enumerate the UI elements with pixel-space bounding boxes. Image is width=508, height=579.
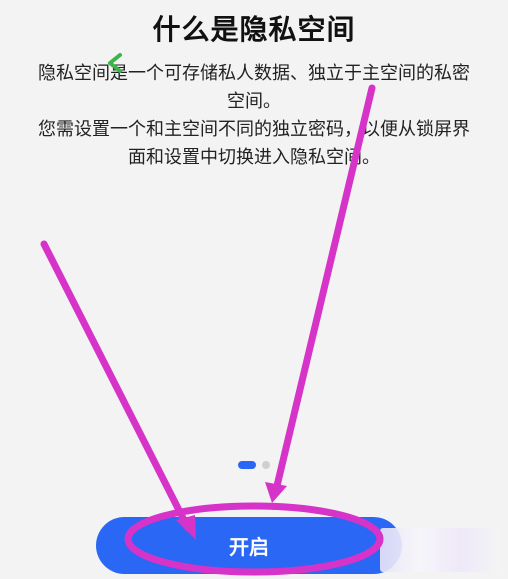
description-1-line-1: 隐私空间是一个可存储私人数据、独立于主空间的私密 — [38, 63, 470, 84]
chevron-left-icon — [108, 53, 122, 73]
page-title: 什么是隐私空间 — [152, 13, 356, 46]
annotation-arrowhead-right — [265, 482, 287, 503]
description-paragraph-2: 您需设置一个和主空间不同的独立密码，以便从锁屏界 面和设置中切换进入隐私空间。 — [0, 116, 508, 172]
annotation-arrow-left — [40, 240, 192, 532]
description-2-line-2: 面和设置中切换进入隐私空间。 — [128, 147, 380, 168]
page-indicator — [0, 461, 508, 469]
description-2-line-1: 您需设置一个和主空间不同的独立密码，以便从锁屏界 — [38, 119, 470, 140]
page-indicator-dot — [262, 461, 270, 469]
open-button[interactable]: 开启 — [96, 517, 402, 574]
description-paragraph-1: 隐私空间是一个可存储私人数据、独立于主空间的私密 空间。 — [0, 60, 508, 116]
page-indicator-dot-active — [238, 461, 256, 469]
description-1-line-2: 空间。 — [227, 91, 281, 112]
blurred-watermark — [380, 528, 500, 572]
private-space-intro-screen: 什么是隐私空间 隐私空间是一个可存储私人数据、独立于主空间的私密 空间。 您需设… — [0, 0, 508, 579]
